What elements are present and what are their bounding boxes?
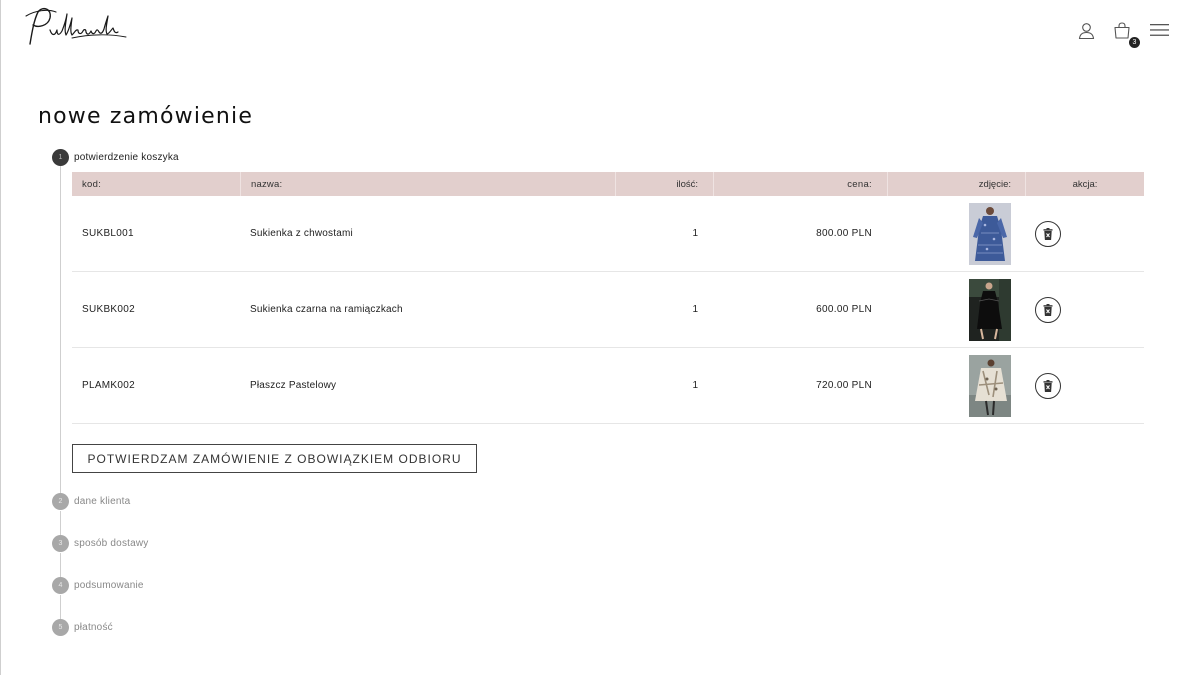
product-code: PLAMK002 [82,380,135,391]
step-connector-line [60,511,61,536]
product-code: SUKBL001 [82,228,134,239]
product-photo-cell [887,348,1025,423]
trash-icon [1043,303,1053,316]
product-photo-cell [887,272,1025,347]
product-name: Sukienka czarna na ramiączkach [250,304,403,315]
step-connector-line [60,595,61,620]
product-thumbnail[interactable] [969,354,1011,417]
hamburger-menu-icon [1149,24,1169,36]
shopping-bag-icon [1114,21,1130,39]
remove-item-button[interactable] [1035,220,1061,247]
column-header-action: akcja: [1025,172,1144,196]
menu-button[interactable] [1148,18,1170,42]
step-connector-line [60,553,61,578]
confirm-order-button[interactable]: POTWIERDZAM ZAMÓWIENIE Z OBOWIĄZKIEM ODB… [72,444,477,473]
brand-logo[interactable] [22,4,132,50]
table-row: PLAMK002 Płaszcz Pastelowy 1 720.00 PLN [72,348,1144,424]
header-actions: 3 [1074,18,1170,48]
product-price: 600.00 PLN [816,304,872,315]
step-delivery-method[interactable]: 3 sposób dostawy [52,535,149,552]
step-summary[interactable]: 4 podsumowanie [52,577,144,594]
product-thumbnail[interactable] [969,202,1011,265]
blue-dress-photo [969,202,1011,265]
black-dress-photo [969,278,1011,341]
step-label: podsumowanie [74,580,144,591]
table-row: SUKBL001 Sukienka z chwostami 1 800.00 P… [72,196,1144,272]
product-price: 720.00 PLN [816,380,872,391]
brand-logo-signature [25,7,127,45]
column-header-photo: zdjęcie: [887,172,1025,196]
product-name: Sukienka z chwostami [250,228,353,239]
table-row: SUKBK002 Sukienka czarna na ramiączkach … [72,272,1144,348]
product-thumbnail[interactable] [969,278,1011,341]
pastel-coat-photo [969,354,1011,417]
step-label: dane klienta [74,496,131,507]
account-button[interactable] [1074,18,1098,42]
product-price: 800.00 PLN [816,228,872,239]
step-number: 3 [52,535,69,552]
cart-table: kod: nazwa: ilość: cena: zdjęcie: akcja:… [72,172,1144,424]
product-action-cell [1025,272,1144,347]
step-number: 1 [52,149,69,166]
table-header: kod: nazwa: ilość: cena: zdjęcie: akcja: [72,172,1144,196]
column-header-name: nazwa: [240,172,615,196]
product-photo-cell [887,196,1025,271]
step-number: 2 [52,493,69,510]
product-action-cell [1025,348,1144,423]
cart-button[interactable]: 3 [1110,18,1140,48]
step-number: 5 [52,619,69,636]
step-connector-line [60,166,61,494]
user-icon [1078,22,1094,39]
step-label: sposób dostawy [74,538,149,549]
remove-item-button[interactable] [1035,296,1061,323]
column-header-quantity: ilość: [615,172,713,196]
product-quantity: 1 [692,304,698,315]
step-payment[interactable]: 5 płatność [52,619,113,636]
trash-icon [1043,379,1053,392]
cart-count-badge: 3 [1129,37,1140,48]
step-label: potwierdzenie koszyka [74,152,179,163]
product-quantity: 1 [692,380,698,391]
product-action-cell [1025,196,1144,271]
column-header-price: cena: [713,172,887,196]
step-customer-data[interactable]: 2 dane klienta [52,493,130,510]
window-edge [0,0,1,675]
page-title: nowe zamówienie [38,104,254,129]
product-code: SUKBK002 [82,304,135,315]
product-name: Płaszcz Pastelowy [250,380,337,391]
remove-item-button[interactable] [1035,372,1061,399]
step-label: płatność [74,622,113,633]
step-number: 4 [52,577,69,594]
product-quantity: 1 [692,228,698,239]
step-cart-confirmation[interactable]: 1 potwierdzenie koszyka [52,149,179,166]
column-header-code: kod: [82,178,102,190]
trash-icon [1043,227,1053,240]
